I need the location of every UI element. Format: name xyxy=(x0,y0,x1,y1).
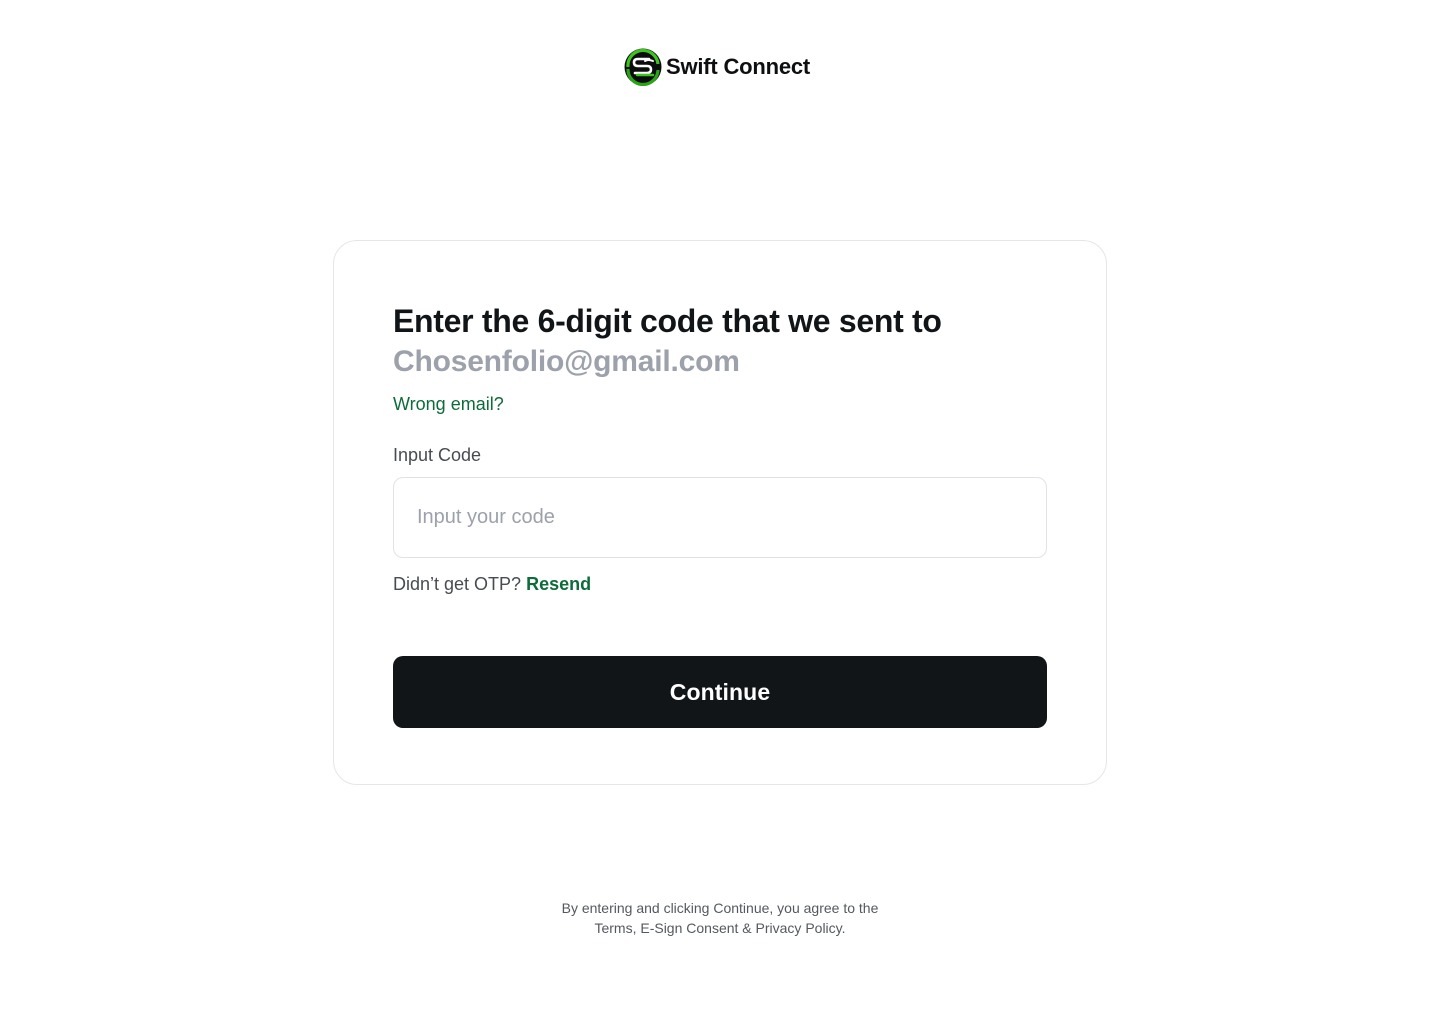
page-title: Enter the 6-digit code that we sent to xyxy=(393,303,942,339)
otp-verification-page: Swift Connect Enter the 6-digit code tha… xyxy=(0,0,1440,1024)
brand-name: Swift Connect xyxy=(666,54,811,79)
input-code-label: Input Code xyxy=(393,445,482,465)
legal-line-1: By entering and clicking Continue, you a… xyxy=(561,900,879,916)
otp-form: Enter the 6-digit code that we sent to C… xyxy=(393,301,1047,728)
otp-card: Enter the 6-digit code that we sent to C… xyxy=(333,240,1107,785)
swift-connect-logo-icon xyxy=(624,48,662,86)
wrong-email-link[interactable]: Wrong email? xyxy=(393,392,504,416)
resend-prompt: Didn’t get OTP? xyxy=(393,574,522,594)
continue-button[interactable]: Continue xyxy=(393,656,1047,728)
otp-code-input[interactable] xyxy=(393,477,1047,558)
resend-row: Didn’t get OTP? Resend xyxy=(393,572,1047,596)
recipient-email: Chosenfolio@gmail.com xyxy=(393,345,740,378)
legal-disclaimer: By entering and clicking Continue, you a… xyxy=(420,898,1020,938)
legal-line-2[interactable]: Terms, E-Sign Consent & Privacy Policy. xyxy=(420,918,1020,938)
resend-link[interactable]: Resend xyxy=(526,574,591,594)
brand-logo[interactable]: Swift Connect xyxy=(624,47,810,87)
